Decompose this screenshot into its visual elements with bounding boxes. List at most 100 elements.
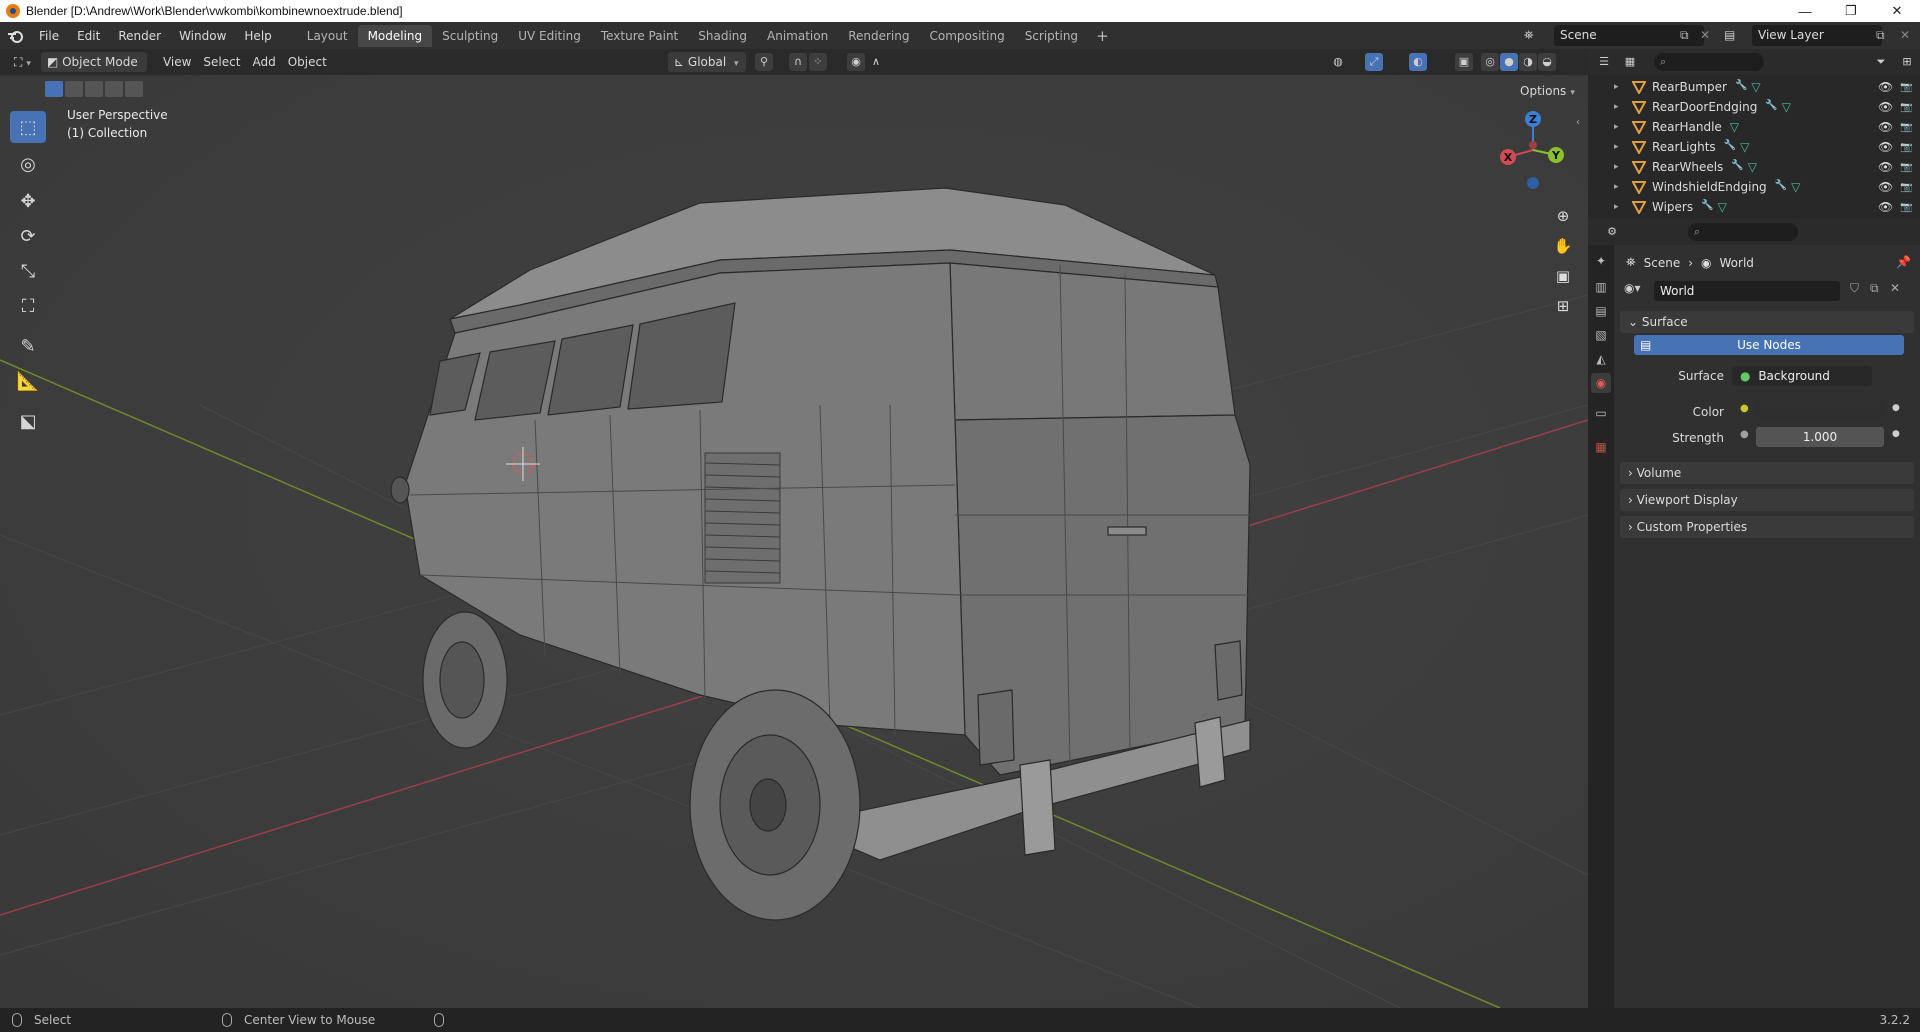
view-layer-selector[interactable]: View Layer bbox=[1752, 25, 1882, 46]
close-window-button[interactable]: ✕ bbox=[1874, 0, 1920, 22]
breadcrumb-world[interactable]: World bbox=[1720, 256, 1754, 270]
outliner-object-name[interactable]: RearWheels bbox=[1652, 160, 1723, 174]
tab-shading[interactable]: Shading bbox=[688, 25, 757, 47]
display-mode-icon[interactable]: ▦ bbox=[1621, 53, 1639, 71]
mesh-data-icon[interactable]: ▽ bbox=[1718, 200, 1727, 214]
outliner-object-name[interactable]: Wipers bbox=[1652, 200, 1693, 214]
mode-dropdown[interactable]: ◩ Object Mode ▾ bbox=[40, 52, 147, 89]
select-extend-icon[interactable] bbox=[65, 81, 83, 97]
duplicate-datablock-icon[interactable]: ⧉ bbox=[1870, 281, 1879, 296]
modifier-wrench-icon[interactable]: 🔧 bbox=[1701, 200, 1713, 214]
expand-arrow-icon[interactable]: ▸ bbox=[1614, 82, 1626, 92]
world-tab-icon[interactable]: ◉ bbox=[1591, 373, 1611, 393]
outliner-row[interactable]: ▸ Wipers 🔧 ▽ 👁 📷 bbox=[1588, 197, 1920, 217]
view-layer-icon[interactable]: ▤ bbox=[1724, 25, 1735, 46]
tab-layout[interactable]: Layout bbox=[297, 25, 358, 47]
select-subtract-icon[interactable] bbox=[85, 81, 103, 97]
output-tab-icon[interactable]: ▤ bbox=[1591, 301, 1611, 321]
visibility-eye-icon[interactable]: 👁 bbox=[1878, 140, 1893, 154]
render-tab-icon[interactable]: ▥ bbox=[1591, 277, 1611, 297]
outliner-object-name[interactable]: WindshieldEndging bbox=[1652, 180, 1767, 194]
falloff-button[interactable]: ∧ bbox=[866, 53, 886, 71]
visibility-filter-button[interactable]: ◍ bbox=[1328, 53, 1348, 71]
menu-help[interactable]: Help bbox=[235, 25, 280, 47]
expand-arrow-icon[interactable]: ▸ bbox=[1614, 202, 1626, 212]
editor-type-icon[interactable]: ⛶ ▾ bbox=[8, 52, 37, 72]
view-layer-tab-icon[interactable]: ▧ bbox=[1591, 325, 1611, 345]
strength-number-field[interactable]: 1.000 bbox=[1756, 427, 1884, 447]
properties-editor-icon[interactable]: ⚙ bbox=[1603, 223, 1621, 241]
select-new-icon[interactable] bbox=[45, 81, 63, 97]
snap-target-button[interactable]: ⁘ bbox=[808, 53, 828, 71]
camera-view-icon[interactable]: ▣ bbox=[1550, 263, 1576, 289]
scene-icon[interactable]: ⛯ bbox=[1524, 25, 1546, 46]
modifier-wrench-icon[interactable]: 🔧 bbox=[1735, 80, 1747, 94]
render-camera-icon[interactable]: 📷 bbox=[1900, 142, 1912, 153]
solid-shading-button[interactable]: ● bbox=[1499, 53, 1519, 71]
gizmo-toggle[interactable]: ⤢ bbox=[1364, 53, 1384, 71]
navigation-gizmo[interactable]: Z X Y bbox=[1488, 105, 1578, 195]
tab-compositing[interactable]: Compositing bbox=[919, 25, 1014, 47]
tab-texture-paint[interactable]: Texture Paint bbox=[591, 25, 688, 47]
visibility-eye-icon[interactable]: 👁 bbox=[1878, 100, 1893, 114]
add-workspace-button[interactable]: + bbox=[1088, 27, 1117, 45]
render-camera-icon[interactable]: 📷 bbox=[1900, 82, 1912, 93]
visibility-eye-icon[interactable]: 👁 bbox=[1878, 180, 1893, 194]
breadcrumb-scene[interactable]: Scene bbox=[1644, 256, 1681, 270]
mesh-data-icon[interactable]: ▽ bbox=[1748, 160, 1757, 174]
tool-scale[interactable]: ⤡ bbox=[10, 255, 46, 287]
outliner-row[interactable]: ▸ RearLights 🔧 ▽ 👁 📷 bbox=[1588, 137, 1920, 157]
blender-menu-icon[interactable] bbox=[0, 22, 30, 49]
outliner-row[interactable]: ▸ RearBumper 🔧 ▽ 👁 📷 bbox=[1588, 77, 1920, 97]
filter-icon[interactable]: ⏷ bbox=[1872, 53, 1890, 71]
expand-arrow-icon[interactable]: ▸ bbox=[1614, 102, 1626, 112]
tool-annotate[interactable]: ✎ bbox=[10, 330, 46, 362]
expand-arrow-icon[interactable]: ▸ bbox=[1614, 182, 1626, 192]
menu-add[interactable]: Add bbox=[246, 52, 281, 72]
outliner-object-name[interactable]: RearBumper bbox=[1652, 80, 1727, 94]
menu-edit[interactable]: Edit bbox=[68, 25, 109, 47]
wireframe-shading-button[interactable]: ◎ bbox=[1480, 53, 1500, 71]
render-camera-icon[interactable]: 📷 bbox=[1900, 182, 1912, 193]
tool-transform[interactable]: ⛶ bbox=[10, 290, 46, 322]
rendered-shading-button[interactable]: ◒ bbox=[1537, 53, 1557, 71]
collection-tab-icon[interactable]: ▭ bbox=[1591, 403, 1611, 423]
expand-arrow-icon[interactable]: ▸ bbox=[1614, 122, 1626, 132]
modifier-wrench-icon[interactable]: 🔧 bbox=[1765, 100, 1777, 114]
pin-icon[interactable]: 📌 bbox=[1896, 255, 1911, 269]
use-nodes-button[interactable]: ▤ Use Nodes bbox=[1634, 335, 1904, 355]
render-camera-icon[interactable]: 📷 bbox=[1900, 202, 1912, 213]
options-dropdown[interactable]: Options ▾ bbox=[1514, 81, 1581, 101]
surface-shader-field[interactable]: ● Background bbox=[1732, 366, 1872, 386]
material-shading-button[interactable]: ◑ bbox=[1518, 53, 1538, 71]
new-collection-icon[interactable]: ⊞ bbox=[1898, 53, 1916, 71]
world-datablock-icon[interactable]: ◉▾ bbox=[1624, 281, 1641, 295]
outliner-row[interactable]: ▸ RearDoorEndging 🔧 ▽ 👁 📷 bbox=[1588, 97, 1920, 117]
render-camera-icon[interactable]: 📷 bbox=[1900, 122, 1912, 133]
visibility-eye-icon[interactable]: 👁 bbox=[1878, 120, 1893, 134]
render-camera-icon[interactable]: 📷 bbox=[1900, 162, 1912, 173]
outliner-row[interactable]: ▸ RearWheels 🔧 ▽ 👁 📷 bbox=[1588, 157, 1920, 177]
tool-tab-icon[interactable]: ✦ bbox=[1591, 251, 1611, 271]
tool-rotate[interactable]: ⟳ bbox=[10, 220, 46, 252]
tab-rendering[interactable]: Rendering bbox=[838, 25, 919, 47]
unlink-datablock-icon[interactable]: ✕ bbox=[1890, 281, 1900, 295]
delete-view-layer-icon[interactable]: ✕ bbox=[1900, 25, 1910, 46]
mesh-data-icon[interactable]: ▽ bbox=[1730, 120, 1739, 134]
overlay-toggle[interactable]: ◐ bbox=[1408, 53, 1428, 71]
selection-mode-buttons[interactable] bbox=[45, 81, 143, 97]
new-view-layer-icon[interactable]: ⧉ bbox=[1876, 25, 1885, 46]
expand-arrow-icon[interactable]: ▸ bbox=[1614, 162, 1626, 172]
outliner-object-name[interactable]: RearHandle bbox=[1652, 120, 1722, 134]
expand-arrow-icon[interactable]: ▸ bbox=[1614, 142, 1626, 152]
color-keyframe-icon[interactable]: ● bbox=[1892, 403, 1900, 413]
texture-tab-icon[interactable]: ▦ bbox=[1591, 437, 1611, 457]
custom-properties-panel-header[interactable]: › Custom Properties bbox=[1620, 516, 1914, 538]
visibility-eye-icon[interactable]: 👁 bbox=[1878, 80, 1893, 94]
minimize-button[interactable]: — bbox=[1782, 0, 1828, 22]
3d-viewport[interactable]: User Perspective (1) Collection Options ▾… bbox=[0, 75, 1588, 1008]
strength-keyframe-icon[interactable]: ● bbox=[1892, 429, 1900, 439]
properties-search-input[interactable]: ⌕ bbox=[1688, 223, 1798, 241]
tool-cursor[interactable]: ◎ bbox=[10, 148, 46, 180]
scene-tab-icon[interactable]: ◭ bbox=[1591, 349, 1611, 369]
